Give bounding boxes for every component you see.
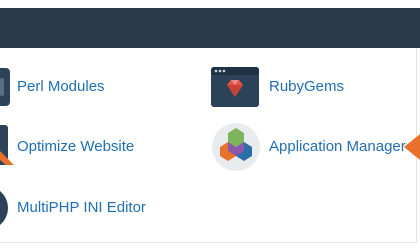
application-manager-icon[interactable] [211, 122, 261, 172]
orange-arrow-icon [404, 134, 420, 160]
optimize-website-icon[interactable] [0, 125, 14, 165]
multiphp-ini-editor-link[interactable]: MultiPHP INI Editor [17, 199, 146, 216]
section-header-bar [0, 8, 420, 48]
application-manager-label[interactable]: Application Manager [269, 138, 406, 155]
optimize-website-link[interactable]: Optimize Website [17, 138, 134, 155]
perl-modules-icon[interactable] [0, 68, 10, 106]
rubygems-link[interactable]: RubyGems [269, 78, 344, 95]
rubygems-label[interactable]: RubyGems [269, 78, 344, 95]
rubygems-icon[interactable] [211, 67, 259, 107]
multiphp-ini-editor-icon[interactable] [0, 186, 10, 230]
optimize-website-label[interactable]: Optimize Website [17, 138, 134, 155]
perl-modules-label[interactable]: Perl Modules [17, 78, 105, 95]
multiphp-ini-editor-label[interactable]: MultiPHP INI Editor [17, 199, 146, 216]
perl-modules-link[interactable]: Perl Modules [17, 78, 105, 95]
application-manager-link[interactable]: Application Manager [269, 138, 406, 155]
